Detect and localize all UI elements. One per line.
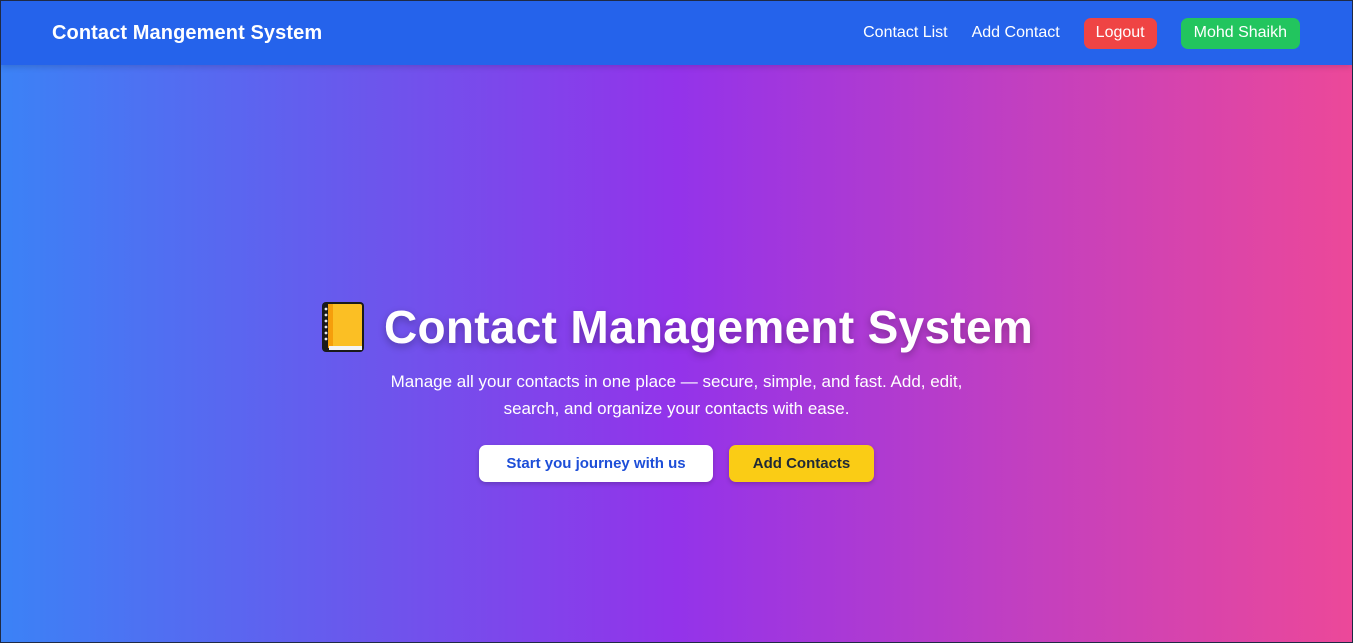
logout-button[interactable]: Logout [1083,17,1157,49]
start-journey-button[interactable]: Start you journey with us [479,445,713,482]
hero-title-row: Contact Management System [320,298,1033,356]
hero-section: Contact Management System Manage all you… [1,65,1352,642]
add-contacts-button[interactable]: Add Contacts [729,445,874,482]
navbar: Contact Mangement System Contact List Ad… [1,1,1352,65]
hero-title: Contact Management System [383,301,1034,353]
notebook-icon [320,300,366,354]
hero-content: Contact Management System Manage all you… [1,65,1352,642]
brand-title[interactable]: Contact Mangement System [52,22,322,45]
nav-link-add-contact[interactable]: Add Contact [972,24,1060,42]
nav-links: Contact List Add Contact Logout Mohd Sha… [863,17,1300,49]
app-window: Contact Mangement System Contact List Ad… [0,0,1353,643]
hero-buttons: Start you journey with us Add Contacts [479,445,874,482]
user-profile-button[interactable]: Mohd Shaikh [1180,17,1300,49]
hero-subtitle: Manage all your contacts in one place — … [390,372,963,418]
nav-link-contact-list[interactable]: Contact List [863,24,947,42]
